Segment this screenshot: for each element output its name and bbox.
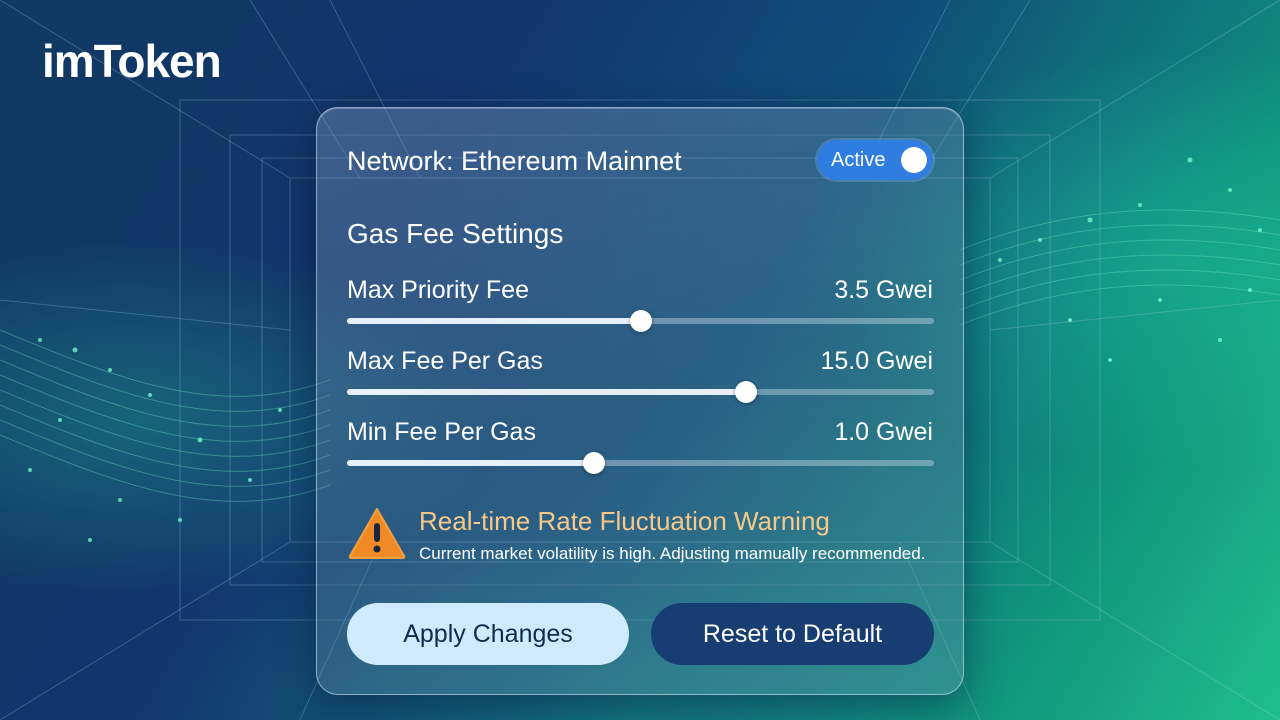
- max-fee-per-gas-value: 15.0 Gwei: [820, 347, 933, 375]
- gas-settings-panel: Network: Ethereum Mainnet Active Gas Fee…: [316, 107, 964, 695]
- slider-thumb[interactable]: [582, 452, 605, 474]
- warning-title: Real-time Rate Fluctuation Warning: [419, 506, 830, 536]
- reset-to-default-button[interactable]: Reset to Default: [651, 603, 934, 665]
- max-priority-fee-slider[interactable]: [347, 310, 934, 332]
- network-label: Network: Ethereum Mainnet: [347, 146, 682, 176]
- warning-text: Current market volatility is high. Adjus…: [419, 544, 926, 563]
- min-fee-per-gas-value: 1.0 Gwei: [834, 418, 933, 446]
- toggle-label: Active: [831, 149, 886, 171]
- slider-thumb[interactable]: [629, 310, 652, 332]
- max-fee-per-gas-label: Max Fee Per Gas: [347, 347, 543, 375]
- slider-thumb[interactable]: [735, 381, 758, 403]
- slider-fill: [347, 318, 641, 324]
- warning-triangle-icon: [348, 508, 406, 559]
- apply-changes-button[interactable]: Apply Changes: [347, 603, 629, 665]
- max-priority-fee-label: Max Priority Fee: [347, 276, 529, 304]
- section-title: Gas Fee Settings: [347, 218, 564, 249]
- brand-logo: imToken: [42, 35, 222, 87]
- max-fee-per-gas-slider[interactable]: [347, 381, 934, 403]
- min-fee-per-gas-label: Min Fee Per Gas: [347, 418, 536, 446]
- slider-fill: [347, 460, 594, 466]
- max-priority-fee-value: 3.5 Gwei: [834, 276, 933, 304]
- min-fee-per-gas-slider[interactable]: [347, 452, 934, 474]
- slider-fill: [347, 389, 747, 395]
- toggle-knob: [901, 147, 927, 173]
- network-active-toggle[interactable]: Active: [817, 140, 933, 180]
